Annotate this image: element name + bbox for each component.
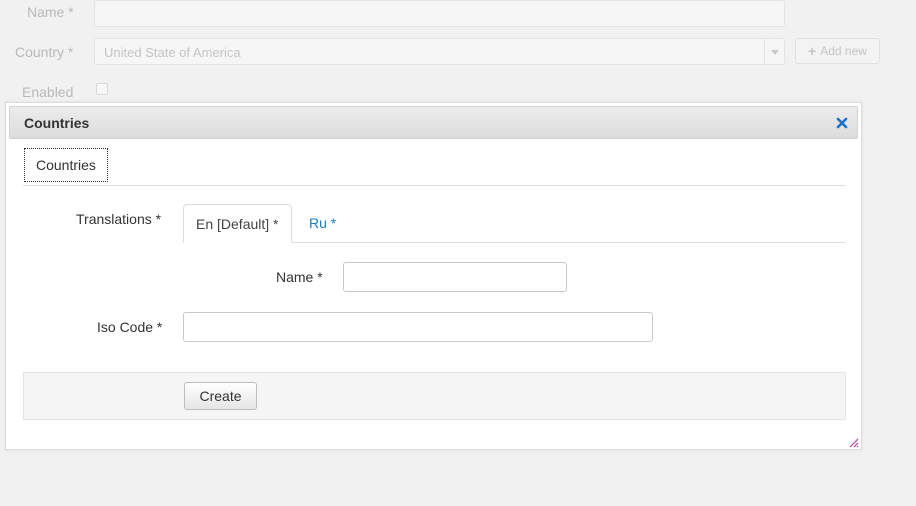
close-icon[interactable]	[835, 116, 849, 130]
translation-tab-bar: En [Default] * Ru *	[183, 204, 845, 243]
bg-add-new-label: Add new	[820, 44, 867, 58]
bg-name-label: Name *	[27, 4, 74, 20]
tab-countries[interactable]: Countries	[24, 148, 108, 182]
countries-dialog: Countries Countries Translations * En [D…	[5, 102, 862, 450]
bg-country-select[interactable]: United State of America	[94, 38, 785, 65]
iso-code-label: Iso Code *	[97, 319, 163, 335]
tab-en-default[interactable]: En [Default] *	[183, 204, 292, 243]
translations-label: Translations *	[76, 211, 162, 227]
dialog-title: Countries	[24, 115, 90, 131]
create-button[interactable]: Create	[184, 382, 257, 410]
chevron-down-icon	[764, 39, 784, 64]
bg-country-label: Country *	[15, 44, 74, 60]
name-input[interactable]	[343, 262, 567, 292]
form-actions: Create	[23, 372, 846, 420]
resize-handle-icon[interactable]	[847, 435, 859, 448]
dialog-titlebar[interactable]: Countries	[9, 106, 858, 139]
outer-tab-bar: Countries	[23, 147, 846, 186]
bg-enabled-label: Enabled	[22, 84, 74, 100]
bg-country-value: United State of America	[104, 45, 241, 60]
name-label: Name *	[276, 269, 323, 285]
iso-code-input[interactable]	[183, 312, 653, 342]
plus-icon: +	[808, 43, 817, 59]
bg-add-new-button[interactable]: + Add new	[795, 38, 880, 64]
tab-ru[interactable]: Ru *	[309, 204, 336, 242]
bg-enabled-checkbox[interactable]	[96, 83, 108, 95]
bg-name-input[interactable]	[94, 0, 785, 27]
